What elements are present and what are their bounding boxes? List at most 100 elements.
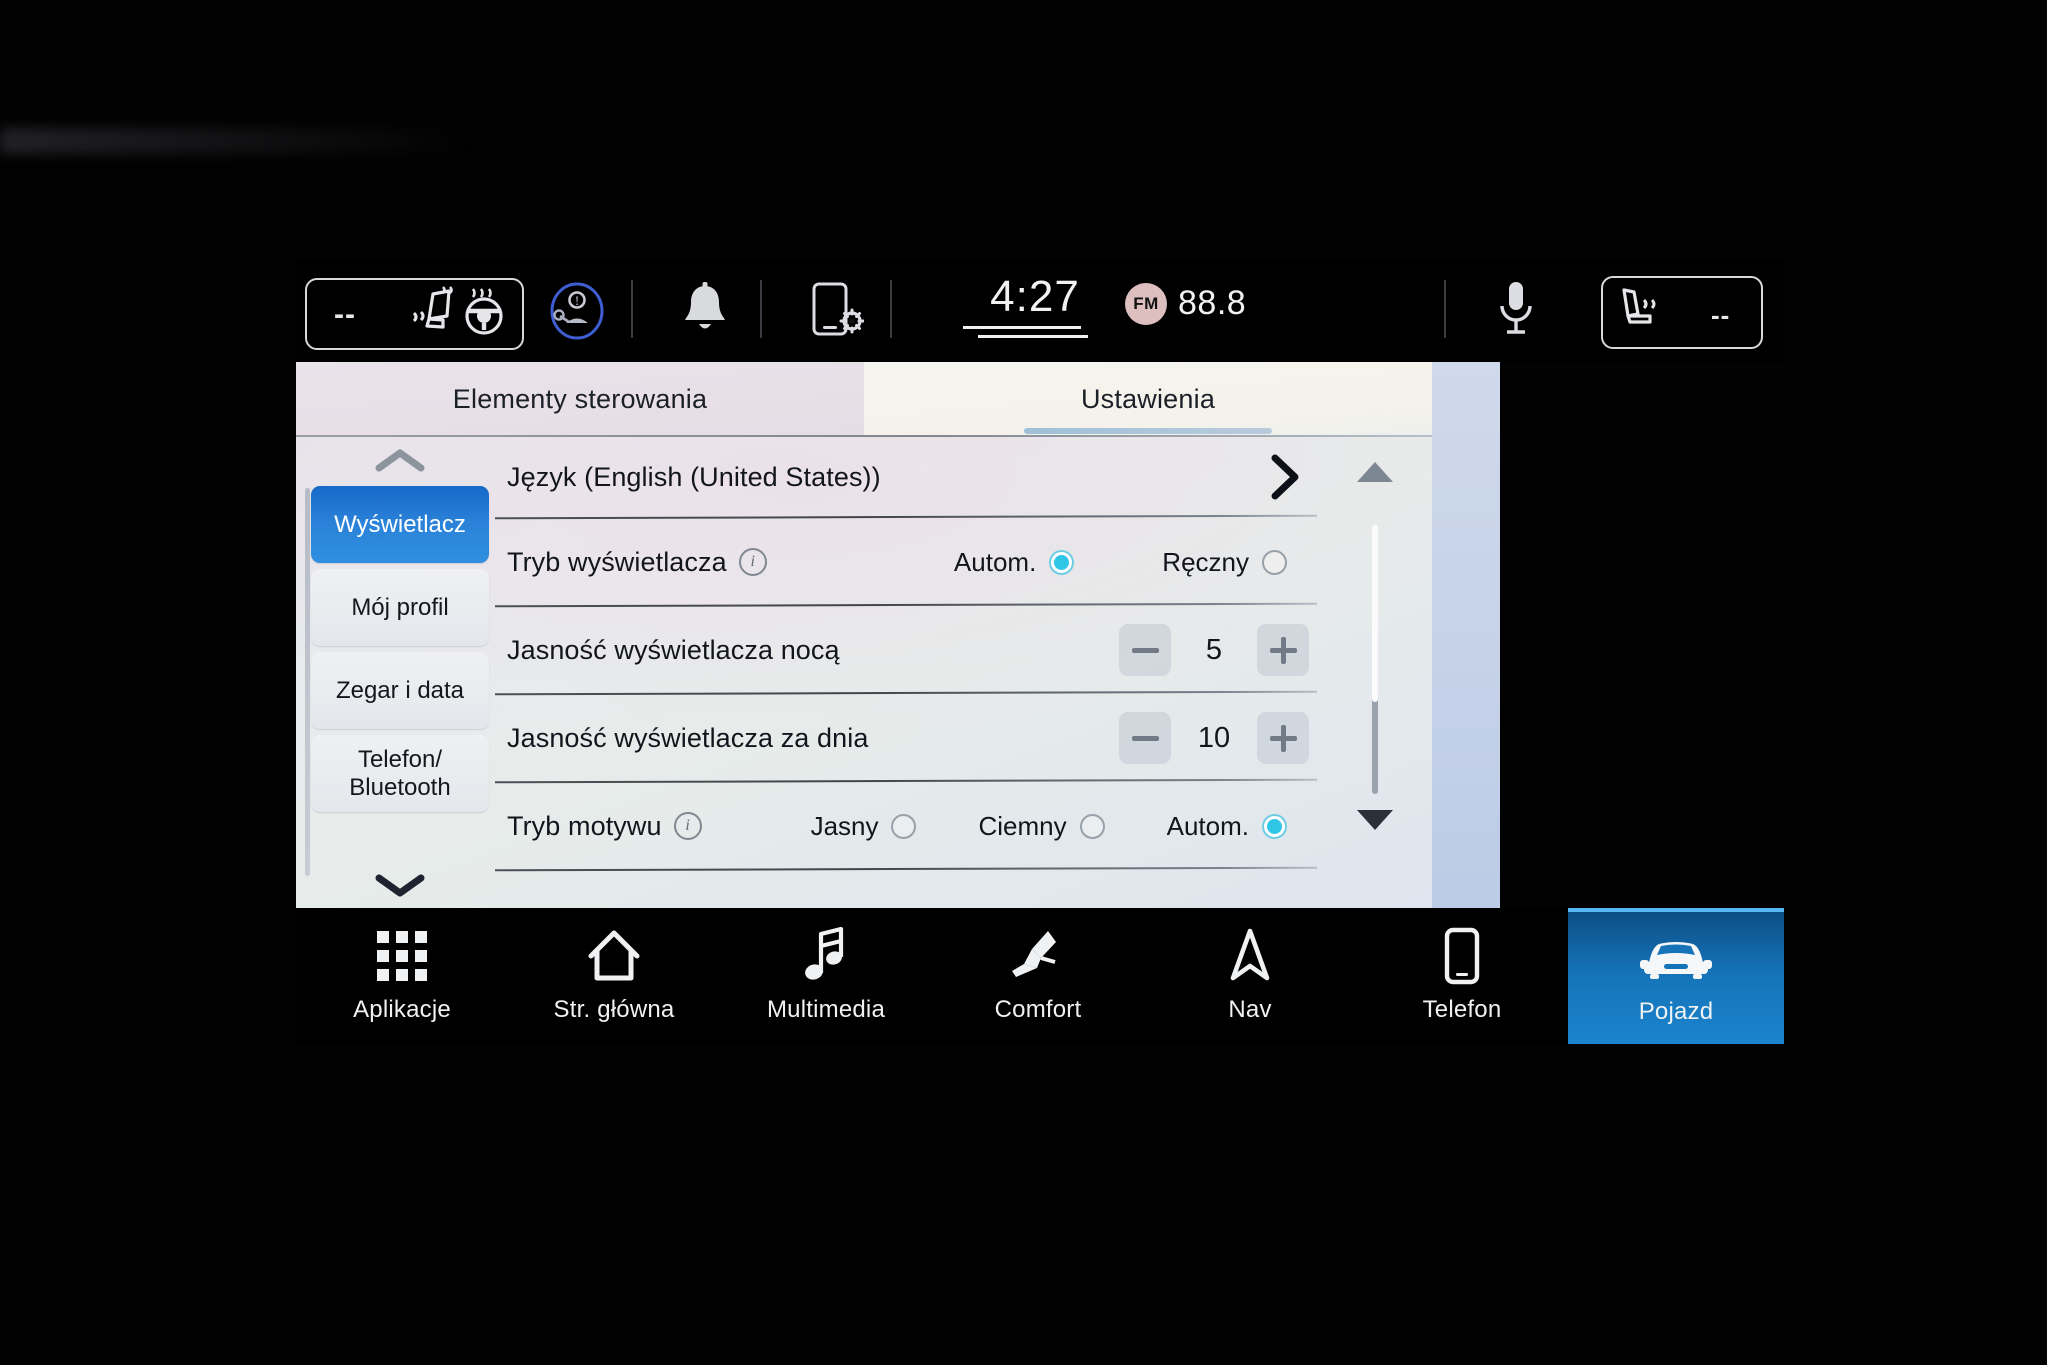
- tab-active-indicator: [1024, 428, 1272, 434]
- sidebar-scroll-down-button[interactable]: [305, 860, 495, 908]
- tab-label: Ustawienia: [1080, 383, 1216, 414]
- info-icon[interactable]: i: [738, 548, 767, 576]
- panel-body: Wyświetlacz Mój profil Zegar i data Tele…: [296, 436, 1432, 908]
- status-divider-3: [890, 280, 892, 338]
- scrollbar-track[interactable]: [1371, 524, 1378, 794]
- sidebar-item-list: Wyświetlacz Mój profil Zegar i data Tele…: [305, 486, 495, 818]
- radio-indicator[interactable]: [891, 813, 917, 839]
- radio-band-badge[interactable]: FM: [1125, 283, 1167, 325]
- scrollbar-thumb[interactable]: [1371, 524, 1378, 702]
- setting-row-jasnosc-za-dnia[interactable]: Jasność wyświetlacza za dnia 10: [494, 694, 1318, 784]
- sidebar-item-label: Zegar i data: [335, 676, 465, 704]
- navigation-arrow-icon: [1228, 928, 1272, 984]
- seat-comfort-icon: [1008, 928, 1068, 984]
- radio-option-ciemny[interactable]: Ciemny: [978, 810, 1105, 842]
- sidebar-item-zegar-i-data[interactable]: Zegar i data: [311, 652, 489, 729]
- setting-label: Jasność wyświetlacza nocą: [507, 634, 840, 665]
- home-icon: [586, 928, 642, 984]
- dock-item-telefon[interactable]: Telefon: [1356, 908, 1568, 1044]
- brightness-night-stepper: 5: [1119, 624, 1309, 676]
- settings-panel: Elementy sterowania Ustawienia Wyświetla…: [296, 362, 1432, 908]
- dock-item-str-glowna[interactable]: Str. główna: [508, 908, 720, 1044]
- phone-icon: [1443, 927, 1481, 985]
- phone-settings-icon[interactable]: [808, 280, 865, 345]
- settings-scrollbar: [1317, 436, 1432, 908]
- setting-row-jezyk[interactable]: Język (English (United States)): [494, 436, 1318, 520]
- clock-time: 4:27: [990, 272, 1080, 321]
- info-icon[interactable]: i: [673, 812, 702, 840]
- driver-attention-icon[interactable]: !: [546, 280, 608, 347]
- dock-item-label: Comfort: [994, 996, 1082, 1023]
- tab-label: Elementy sterowania: [452, 383, 708, 414]
- radio-option-jasny[interactable]: Jasny: [811, 811, 917, 842]
- increment-button[interactable]: [1257, 624, 1309, 676]
- setting-label: Język (English (United States)): [507, 461, 881, 492]
- setting-row-tryb-motywu[interactable]: Tryb motywu i Jasny Ciemny Autom.: [494, 782, 1318, 872]
- sidebar-item-label: Mój profil: [351, 593, 449, 621]
- status-divider-1: [631, 280, 633, 338]
- radio-label: Autom.: [1166, 810, 1249, 841]
- dock-item-label: Pojazd: [1638, 998, 1714, 1025]
- clock-underline-1: [963, 326, 1081, 329]
- radio-option-reczny[interactable]: Ręczny: [1162, 547, 1287, 578]
- radio-label: Ręczny: [1162, 546, 1249, 577]
- chevron-down-icon: [375, 874, 425, 897]
- music-note-icon: [801, 927, 851, 984]
- chevron-right-icon[interactable]: [1269, 453, 1303, 501]
- sidebar-scroll-up-button[interactable]: [305, 436, 495, 486]
- stepper-value: 10: [1197, 721, 1231, 754]
- seat-heat-icon[interactable]: [1614, 284, 1666, 341]
- sidebar-item-wyswietlacz[interactable]: Wyświetlacz: [311, 486, 489, 563]
- radio-frequency[interactable]: 88.8: [1178, 284, 1246, 323]
- dock-item-pojazd[interactable]: Pojazd: [1568, 908, 1784, 1044]
- setting-label: Tryb motywu: [507, 810, 662, 841]
- radio-indicator[interactable]: [1079, 813, 1105, 839]
- infotainment-display: -- ! 4:27 FM 88.8 -- Elementy sterowania…: [296, 258, 1784, 1176]
- seat-heat-icon[interactable]: [403, 286, 457, 343]
- radio-label: Autom.: [953, 546, 1037, 577]
- decrement-button[interactable]: [1119, 712, 1171, 764]
- microphone-icon[interactable]: [1494, 280, 1538, 345]
- bottom-navigation-bar: Aplikacje Str. główna Multimedia Comfort…: [296, 908, 1784, 1044]
- setting-row-tryb-wyswietlacza[interactable]: Tryb wyświetlacza i Autom. Ręczny: [494, 518, 1318, 608]
- tab-ustawienia[interactable]: Ustawienia: [864, 362, 1432, 436]
- notification-bell-icon[interactable]: [679, 282, 731, 343]
- triangle-up-icon[interactable]: [1356, 462, 1393, 482]
- tab-elementy-sterowania[interactable]: Elementy sterowania: [296, 362, 864, 436]
- radio-option-autom[interactable]: Autom.: [1167, 811, 1287, 842]
- dock-item-label: Aplikacje: [353, 996, 451, 1023]
- status-divider-2: [760, 280, 762, 338]
- clock-underline-2: [978, 335, 1088, 338]
- dock-item-aplikacje[interactable]: Aplikacje: [296, 908, 508, 1044]
- radio-indicator[interactable]: [1049, 549, 1075, 575]
- decrement-button[interactable]: [1119, 624, 1171, 676]
- sidebar-item-label: Telefon/ Bluetooth: [349, 746, 451, 801]
- dock-item-label: Telefon: [1422, 996, 1502, 1023]
- dock-item-label: Str. główna: [553, 996, 675, 1023]
- radio-label: Jasny: [810, 810, 879, 841]
- dock-item-label: Multimedia: [766, 996, 886, 1023]
- minus-icon: [1131, 647, 1159, 653]
- sidebar-item-telefon-bluetooth[interactable]: Telefon/ Bluetooth: [311, 735, 489, 812]
- dock-item-multimedia[interactable]: Multimedia: [720, 908, 932, 1044]
- dock-item-comfort[interactable]: Comfort: [932, 908, 1144, 1044]
- minus-icon: [1131, 735, 1159, 741]
- settings-list: Język (English (United States)) Tryb wyś…: [494, 436, 1318, 908]
- steering-wheel-heat-icon[interactable]: [459, 286, 509, 343]
- increment-button[interactable]: [1257, 712, 1309, 764]
- radio-option-autom[interactable]: Autom.: [953, 546, 1075, 578]
- radio-label: Ciemny: [978, 810, 1067, 841]
- row-divider: [494, 866, 1318, 872]
- setting-label: Tryb wyświetlacza: [507, 546, 727, 577]
- sidebar-item-moj-profil[interactable]: Mój profil: [311, 569, 489, 646]
- triangle-down-icon[interactable]: [1356, 810, 1393, 830]
- status-bar: -- ! 4:27 FM 88.8 --: [296, 258, 1784, 362]
- radio-indicator[interactable]: [1262, 813, 1287, 839]
- radio-indicator[interactable]: [1262, 549, 1287, 575]
- chevron-up-icon: [375, 449, 425, 472]
- tab-bar: Elementy sterowania Ustawienia: [296, 362, 1432, 436]
- dock-item-nav[interactable]: Nav: [1144, 908, 1356, 1044]
- screen-glare: [0, 128, 470, 154]
- setting-row-jasnosc-noca[interactable]: Jasność wyświetlacza nocą 5: [494, 606, 1318, 696]
- svg-text:!: !: [575, 293, 579, 308]
